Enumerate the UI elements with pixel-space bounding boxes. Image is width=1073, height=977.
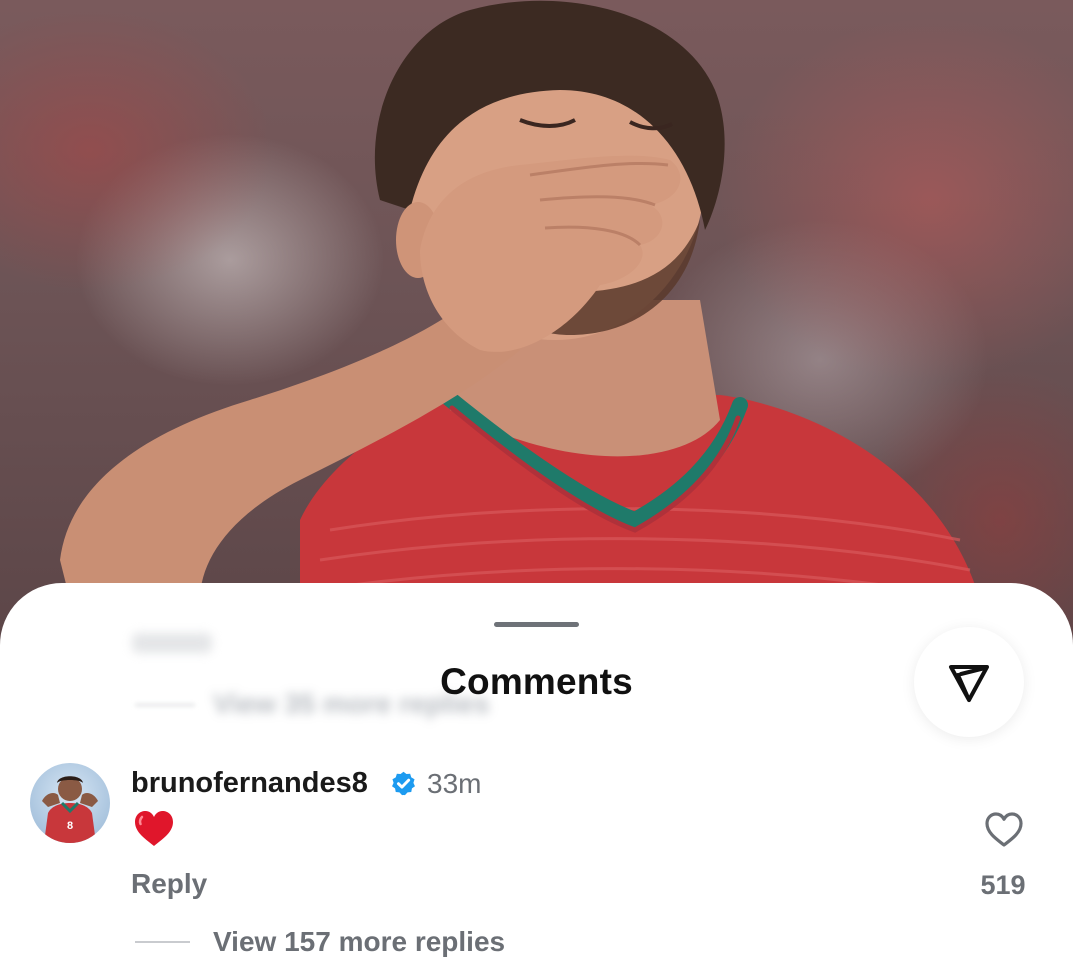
avatar-image: 8 [42,776,98,843]
avatar[interactable]: 8 [30,763,110,843]
blurred-replies-line [135,704,195,706]
sheet-drag-handle[interactable] [494,622,579,627]
like-count: 519 [980,870,1026,900]
comments-sheet: View 35 more replies Comments 8 brunofer… [0,583,1073,977]
view-replies-button[interactable]: View 157 more replies [213,926,505,958]
red-heart-emoji-icon [135,811,173,846]
comment-username[interactable]: brunofernandes8 [131,767,368,800]
replies-divider [135,941,190,943]
svg-text:8: 8 [67,820,73,832]
blurred-reply-text [132,633,212,653]
reply-button[interactable]: Reply [131,868,207,900]
screen: View 35 more replies Comments 8 brunofer… [0,0,1073,977]
verified-badge-icon [392,771,415,796]
share-button[interactable] [914,627,1024,737]
heart-outline-icon[interactable] [983,810,1025,850]
comment-timestamp: 33m [427,768,482,799]
sheet-title: Comments [440,661,633,702]
paper-plane-icon [949,665,989,702]
